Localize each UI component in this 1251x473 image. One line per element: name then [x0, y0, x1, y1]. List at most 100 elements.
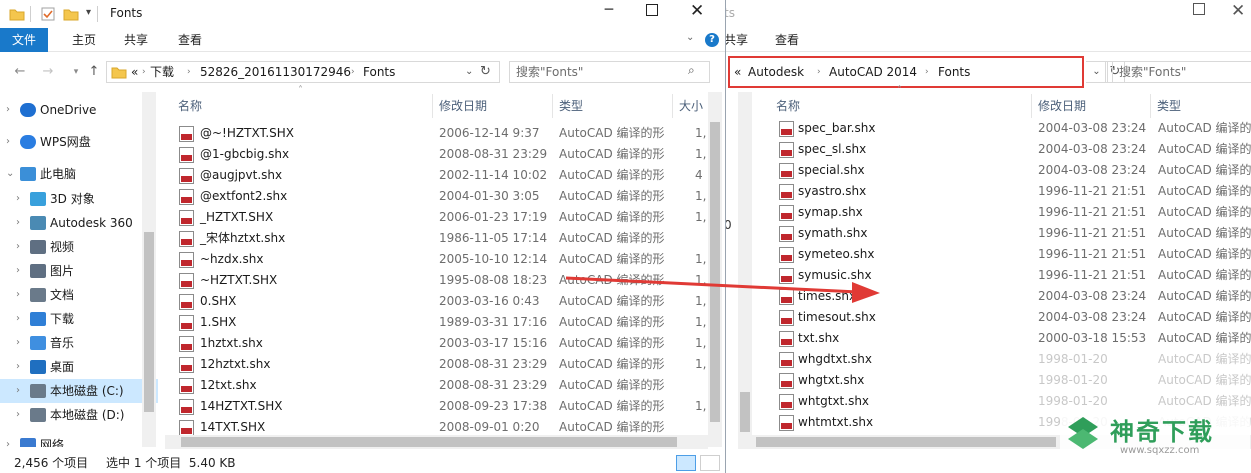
tab-home[interactable]: 主页 — [72, 28, 96, 52]
file-row[interactable]: txt.shx 2000-03-18 15:53 AutoCAD 编译的形 — [770, 328, 1251, 349]
column-date[interactable]: 修改日期 — [439, 95, 487, 117]
file-row[interactable]: 1.SHX 1989-03-31 17:16 AutoCAD 编译的形 1, — [170, 312, 706, 333]
search-input[interactable]: 搜索"Fonts" — [509, 61, 710, 83]
crumb-fonts[interactable]: Fonts — [363, 62, 395, 82]
crumb-fonts[interactable]: Fonts — [938, 58, 970, 86]
column-name[interactable]: 名称 — [776, 95, 800, 117]
address-overflow[interactable]: « — [131, 62, 138, 82]
file-row[interactable]: symap.shx 1996-11-21 21:51 AutoCAD 编译的形 — [770, 202, 1251, 223]
nav-item[interactable]: › 音乐 — [0, 331, 158, 355]
file-row[interactable]: _HZTXT.SHX 2006-01-23 17:19 AutoCAD 编译的形 1, — [170, 207, 706, 228]
nav-item[interactable]: › 下载 — [0, 307, 158, 331]
file-row[interactable]: symath.shx 1996-11-21 21:51 AutoCAD 编译的形 — [770, 223, 1251, 244]
crumb-autocad[interactable]: AutoCAD 2014 — [829, 58, 917, 86]
quick-access-dropdown-icon[interactable]: ▾ — [86, 7, 91, 18]
nav-item[interactable]: › OneDrive — [0, 98, 158, 122]
nav-item[interactable]: › 图片 — [0, 259, 158, 283]
column-size[interactable]: 大小 — [679, 95, 703, 117]
close-button[interactable]: ✕ — [690, 1, 704, 21]
maximize-button[interactable] — [1193, 3, 1205, 15]
file-row[interactable]: @extfont2.shx 2004-01-30 3:05 AutoCAD 编译的形… — [170, 186, 706, 207]
collapsed-chevron-icon[interactable]: › — [16, 211, 26, 235]
collapsed-chevron-icon[interactable]: › — [6, 98, 16, 122]
nav-item[interactable]: › WPS网盘 — [0, 130, 158, 154]
tab-file[interactable]: 文件 — [0, 28, 49, 52]
file-row[interactable]: spec_sl.shx 2004-03-08 23:24 AutoCAD 编译的形 — [770, 139, 1251, 160]
expanded-chevron-icon[interactable]: ⌄ — [6, 162, 16, 186]
file-row[interactable]: 0.SHX 2003-03-16 0:43 AutoCAD 编译的形 1, — [170, 291, 706, 312]
column-name[interactable]: 名称 — [178, 95, 202, 117]
collapsed-chevron-icon[interactable]: › — [16, 355, 26, 379]
close-button[interactable]: ✕ — [1231, 1, 1245, 21]
file-list-scrollbar[interactable] — [708, 92, 722, 447]
collapsed-chevron-icon[interactable]: › — [16, 187, 26, 211]
properties-icon[interactable] — [40, 6, 56, 22]
file-row[interactable]: @~!HZTXT.SHX 2006-12-14 9:37 AutoCAD 编译的形 1… — [170, 123, 706, 144]
file-row[interactable]: symeteo.shx 1996-11-21 21:51 AutoCAD 编译的形 — [770, 244, 1251, 265]
file-row[interactable]: @augjpvt.shx 2002-11-14 10:02 AutoCAD 编译的形… — [170, 165, 706, 186]
address-bar[interactable]: « Autodesk › AutoCAD 2014 › Fonts — [728, 56, 1084, 88]
crumb-folder[interactable]: 52826_20161130172946 — [200, 62, 351, 82]
nav-item[interactable]: › Autodesk 360 — [0, 211, 158, 235]
tab-share[interactable]: 共享 — [124, 28, 148, 52]
file-list-hscrollbar[interactable] — [165, 435, 708, 449]
file-row[interactable]: whgtxt.shx 1998-01-20 AutoCAD 编译的形 — [770, 370, 1251, 391]
address-overflow[interactable]: « — [734, 58, 741, 86]
column-type[interactable]: 类型 — [1157, 95, 1181, 117]
collapsed-chevron-icon[interactable]: › — [16, 259, 26, 283]
address-bar[interactable]: « › 下载 › 52826_20161130172946 › Fonts ⌄ … — [106, 61, 500, 83]
forward-arrow-icon[interactable]: → — [40, 64, 56, 80]
nav-item[interactable]: › 本地磁盘 (C:) — [0, 379, 158, 403]
large-icons-view-icon[interactable] — [700, 455, 720, 471]
tab-share[interactable]: 共享 — [726, 28, 748, 52]
back-arrow-icon[interactable]: ← — [12, 64, 28, 80]
file-row[interactable]: 12hztxt.shx 2008-08-31 23:29 AutoCAD 编译的形 1… — [170, 354, 706, 375]
collapsed-chevron-icon[interactable]: › — [16, 331, 26, 355]
file-row[interactable]: _宋体hztxt.shx 1986-11-05 17:14 AutoCAD 编译的形 — [170, 228, 706, 249]
minimize-button[interactable]: ─ — [598, 2, 620, 18]
ribbon-expand-icon[interactable]: ⌄ — [686, 32, 694, 43]
up-arrow-icon[interactable]: ↑ — [86, 64, 102, 80]
search-icon[interactable]: ⌕ — [688, 63, 695, 78]
file-row[interactable]: special.shx 2004-03-08 23:24 AutoCAD 编译的形 — [770, 160, 1251, 181]
nav-scrollbar[interactable] — [738, 92, 752, 447]
nav-scrollbar[interactable] — [142, 92, 156, 447]
maximize-button[interactable] — [646, 4, 658, 16]
collapsed-chevron-icon[interactable]: › — [16, 307, 26, 331]
address-dropdown-icon[interactable]: ⌄ — [465, 62, 473, 82]
nav-item[interactable]: ⌄ 此电脑 — [0, 162, 158, 186]
collapsed-chevron-icon[interactable]: › — [16, 403, 26, 427]
search-input[interactable]: 搜索"Fonts" — [1112, 61, 1251, 83]
help-icon[interactable]: ? — [705, 33, 719, 47]
crumb-downloads[interactable]: 下载 — [150, 62, 174, 82]
nav-item[interactable]: › 网络 — [0, 433, 158, 447]
collapsed-chevron-icon[interactable]: › — [16, 283, 26, 307]
file-row[interactable]: spec_bar.shx 2004-03-08 23:24 AutoCAD 编译的形 — [770, 118, 1251, 139]
refresh-icon[interactable]: ↻ — [480, 62, 491, 82]
collapsed-chevron-icon[interactable]: › — [6, 433, 16, 447]
collapsed-chevron-icon[interactable]: › — [6, 130, 16, 154]
nav-item[interactable]: › 桌面 — [0, 355, 158, 379]
nav-item[interactable]: › 文档 — [0, 283, 158, 307]
nav-item[interactable]: › 本地磁盘 (D:) — [0, 403, 158, 427]
column-type[interactable]: 类型 — [559, 95, 583, 117]
nav-item[interactable]: › 3D 对象 — [0, 187, 158, 211]
details-view-icon[interactable] — [676, 455, 696, 471]
file-row[interactable]: times.shx 2004-03-08 23:24 AutoCAD 编译的形 — [770, 286, 1251, 307]
file-row[interactable]: syastro.shx 1996-11-21 21:51 AutoCAD 编译的形 — [770, 181, 1251, 202]
tab-view[interactable]: 查看 — [775, 28, 799, 52]
collapsed-chevron-icon[interactable]: › — [16, 379, 26, 403]
file-row[interactable]: ~hzdx.shx 2005-10-10 12:14 AutoCAD 编译的形 1, — [170, 249, 706, 270]
collapsed-chevron-icon[interactable]: › — [16, 235, 26, 259]
file-row[interactable]: 14HZTXT.SHX 2008-09-23 17:38 AutoCAD 编译的形 1… — [170, 396, 706, 417]
file-row[interactable]: 12txt.shx 2008-08-31 23:29 AutoCAD 编译的形 — [170, 375, 706, 396]
file-row[interactable]: symusic.shx 1996-11-21 21:51 AutoCAD 编译的形 — [770, 265, 1251, 286]
recent-locations-icon[interactable]: ▾ — [68, 64, 84, 80]
new-folder-icon[interactable] — [63, 6, 79, 22]
crumb-autodesk[interactable]: Autodesk — [748, 58, 804, 86]
tab-view[interactable]: 查看 — [178, 28, 202, 52]
file-row[interactable]: @1-gbcbig.shx 2008-08-31 23:29 AutoCAD 编译的… — [170, 144, 706, 165]
file-row[interactable]: ~HZTXT.SHX 1995-08-08 18:23 AutoCAD 编译的形 1, — [170, 270, 706, 291]
file-row[interactable]: timesout.shx 2004-03-08 23:24 AutoCAD 编译的形 — [770, 307, 1251, 328]
nav-item[interactable]: › 视频 — [0, 235, 158, 259]
